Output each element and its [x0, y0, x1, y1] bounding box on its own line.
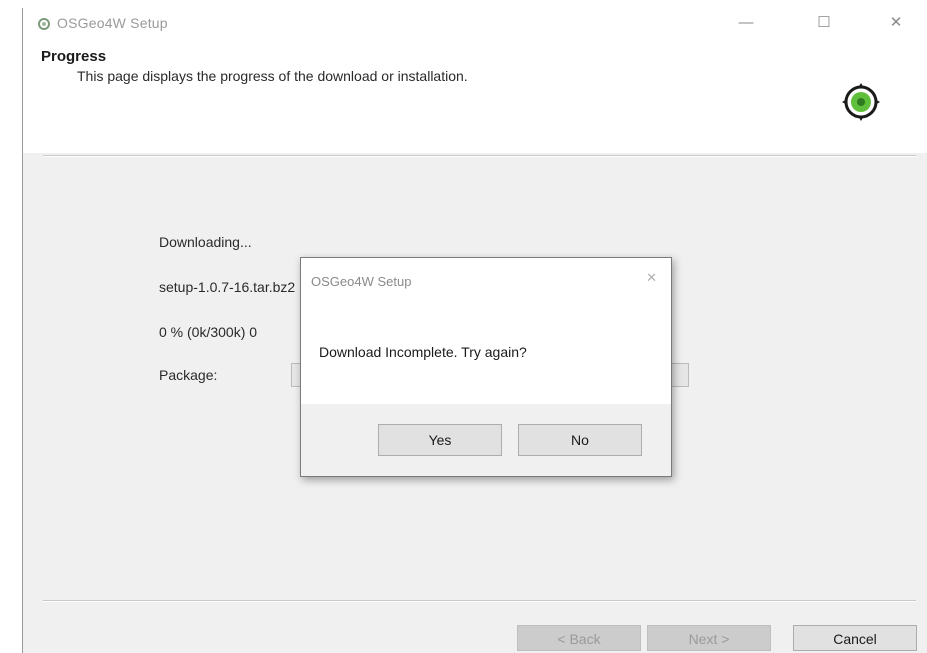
page-subtitle: This page displays the progress of the d…: [77, 68, 468, 84]
next-button[interactable]: Next >: [647, 625, 771, 651]
osgeo4w-logo-icon: [842, 83, 880, 121]
close-button[interactable]: ✕: [881, 12, 911, 34]
package-label: Package:: [159, 367, 218, 383]
back-button[interactable]: < Back: [517, 625, 641, 651]
window-title: OSGeo4W Setup: [57, 15, 168, 31]
percent-label: 0 % (0k/300k) 0: [159, 324, 258, 340]
dialog-title: OSGeo4W Setup: [311, 274, 412, 289]
retry-dialog: OSGeo4W Setup ✕ Download Incomplete. Try…: [300, 257, 672, 477]
dialog-close-icon[interactable]: ✕: [646, 270, 657, 286]
dialog-message: Download Incomplete. Try again?: [319, 344, 527, 360]
header-divider: [43, 155, 916, 157]
dialog-button-bar: Yes No: [301, 404, 671, 476]
cancel-button[interactable]: Cancel: [793, 625, 917, 651]
footer-divider: [43, 600, 916, 602]
status-label: Downloading...: [159, 234, 252, 250]
minimize-button[interactable]: —: [731, 12, 761, 34]
file-name-label: setup-1.0.7-16.tar.bz2: [159, 279, 296, 295]
title-bar: OSGeo4W Setup — ☐ ✕: [23, 8, 927, 38]
app-icon: [38, 18, 50, 30]
maximize-button[interactable]: ☐: [809, 12, 839, 34]
yes-button[interactable]: Yes: [378, 424, 502, 456]
page-title: Progress: [41, 48, 107, 65]
wizard-header: [23, 38, 927, 153]
no-button[interactable]: No: [518, 424, 642, 456]
